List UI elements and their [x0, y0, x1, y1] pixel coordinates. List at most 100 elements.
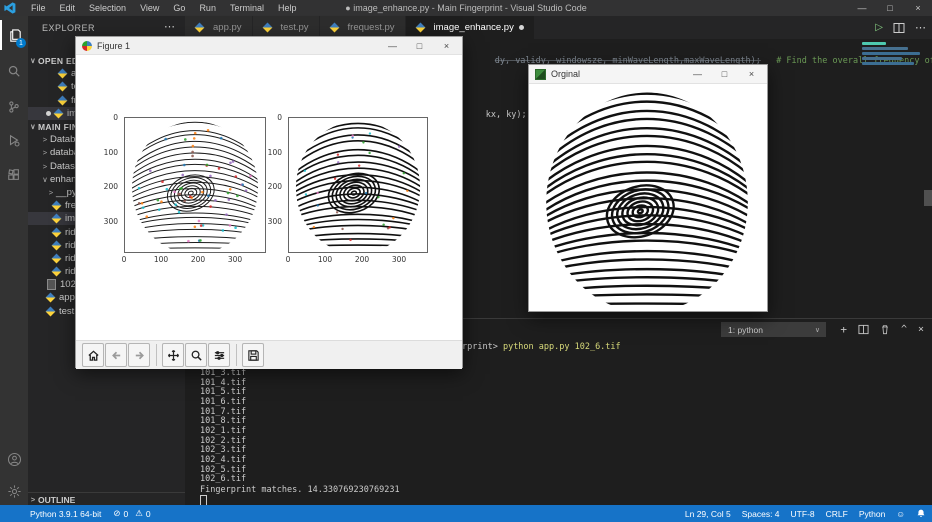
original-maximize-button[interactable]: □ [711, 65, 738, 83]
figure-window-titlebar[interactable]: Figure 1 — □ × [76, 37, 462, 55]
figure-toolbar [76, 340, 462, 369]
terminal-selector[interactable]: 1: python ∨ [721, 322, 826, 337]
python-interpreter[interactable]: Python 3.9.1 64-bit [30, 509, 101, 519]
python-file-icon [57, 82, 68, 92]
original-minimize-button[interactable]: — [684, 65, 711, 83]
python-file-icon [194, 22, 205, 33]
figure-minimize-button[interactable]: — [379, 37, 406, 54]
minimap[interactable] [862, 42, 930, 302]
back-icon[interactable] [105, 343, 127, 367]
more-actions-icon[interactable]: ⋯ [915, 21, 926, 34]
python-file-icon [57, 68, 68, 79]
kill-terminal-icon[interactable] [880, 324, 890, 335]
account-icon[interactable] [0, 444, 28, 474]
chevron-down-icon: ∨ [30, 56, 36, 66]
original-window-titlebar[interactable]: Orginal — □ × [529, 65, 767, 84]
menu-item[interactable]: View [133, 3, 166, 13]
original-close-button[interactable]: × [738, 65, 765, 83]
menu-item[interactable]: Help [271, 3, 304, 13]
python-file-icon [262, 22, 272, 33]
split-editor-icon[interactable] [893, 22, 905, 34]
maximize-panel-icon[interactable]: ^ [901, 324, 907, 335]
tick-label: 200 [267, 182, 282, 191]
original-window-title: Orginal [551, 69, 581, 79]
opencv-icon [535, 68, 546, 80]
terminal-output-line: 102_6.tif [200, 474, 247, 485]
split-terminal-icon[interactable] [858, 324, 869, 335]
menu-item[interactable]: Selection [82, 3, 133, 13]
zoom-icon[interactable] [185, 343, 207, 367]
files-icon[interactable]: 1 [0, 20, 28, 50]
home-icon[interactable] [82, 343, 104, 367]
save-icon[interactable] [242, 343, 264, 367]
minimize-button[interactable]: — [848, 0, 876, 16]
chevron-right-icon: > [48, 187, 54, 197]
encoding[interactable]: UTF-8 [791, 509, 815, 519]
close-panel-icon[interactable]: × [918, 324, 924, 335]
original-window: Orginal — □ × [528, 64, 768, 312]
chevron-down-icon: ∨ [814, 326, 820, 334]
maximize-button[interactable]: □ [876, 0, 904, 16]
feedback-smiley-icon[interactable]: ☺ [896, 509, 905, 519]
tick-label: 0 [113, 113, 118, 122]
language-mode[interactable]: Python [859, 509, 885, 519]
tick-label: 100 [103, 148, 118, 157]
notifications-bell-icon[interactable] [916, 508, 926, 519]
chevron-down-icon: ∨ [42, 174, 48, 184]
chevron-down-icon: ∨ [30, 122, 36, 132]
chevron-right-icon: > [30, 495, 36, 504]
problems-indicator[interactable]: ⊘ 0 ⚠ 0 [113, 508, 150, 519]
status-bar: Python 3.9.1 64-bit ⊘ 0 ⚠ 0 Ln 29, Col 5 S… [0, 505, 932, 522]
python-file-icon [51, 253, 62, 264]
run-debug-icon[interactable] [0, 126, 28, 156]
tick-label: 300 [267, 217, 282, 226]
explorer-badge: 1 [16, 38, 26, 48]
tick-label: 300 [227, 255, 243, 264]
fingerprint-enhanced-image [132, 121, 258, 251]
menu-item[interactable]: Run [192, 3, 223, 13]
extensions-icon[interactable] [0, 160, 28, 190]
figure-window-title: Figure 1 [97, 40, 131, 51]
modified-dot-icon [46, 110, 51, 116]
python-file-icon [329, 22, 339, 33]
new-terminal-icon[interactable]: + [840, 323, 847, 336]
tick-label: 100 [267, 148, 282, 157]
pan-icon[interactable] [162, 343, 184, 367]
sidebar-more-actions-icon[interactable]: ⋯ [164, 20, 175, 33]
python-file-icon [45, 306, 56, 317]
tick-label: 0 [121, 255, 127, 264]
python-file-icon [51, 240, 62, 251]
menu-item[interactable]: Edit [53, 3, 83, 13]
forward-icon[interactable] [128, 343, 150, 367]
source-control-icon[interactable] [0, 92, 28, 122]
menu-item[interactable]: Go [166, 3, 192, 13]
vscode-logo-icon [4, 2, 16, 14]
settings-gear-icon[interactable] [0, 476, 28, 506]
subplots-config-icon[interactable] [208, 343, 230, 367]
menu-item[interactable]: Terminal [223, 3, 271, 13]
menu-item[interactable]: File [24, 3, 53, 13]
close-button[interactable]: × [904, 0, 932, 16]
terminal-output: 101_3.tif 101_4.tif 101_5.tif 101_6.tif 101_… [200, 368, 247, 485]
search-icon[interactable] [0, 56, 28, 86]
tick-label: 300 [391, 255, 407, 264]
python-file-icon [415, 22, 425, 33]
terminal-actions: + ^ × [840, 321, 924, 337]
eol-sequence[interactable]: CRLF [826, 509, 848, 519]
tick-label: 0 [277, 113, 282, 122]
modified-dot-icon [518, 25, 524, 30]
tick-label: 100 [153, 255, 169, 264]
figure-maximize-button[interactable]: □ [406, 37, 433, 54]
window-controls: — □ × [848, 0, 932, 16]
tick-label: 100 [317, 255, 333, 264]
editor-scrollbar[interactable] [924, 190, 932, 206]
cursor-position[interactable]: Ln 29, Col 5 [685, 509, 731, 519]
python-file-icon [51, 213, 62, 224]
warning-icon: ⚠ [135, 508, 143, 518]
indentation[interactable]: Spaces: 4 [742, 509, 780, 519]
outline-section[interactable]: > OUTLINE [28, 492, 185, 505]
tick-label: 200 [103, 182, 118, 191]
fingerprint-skeleton-image [295, 121, 421, 249]
figure-close-button[interactable]: × [433, 37, 460, 54]
run-file-icon[interactable]: ▷ [875, 22, 883, 33]
